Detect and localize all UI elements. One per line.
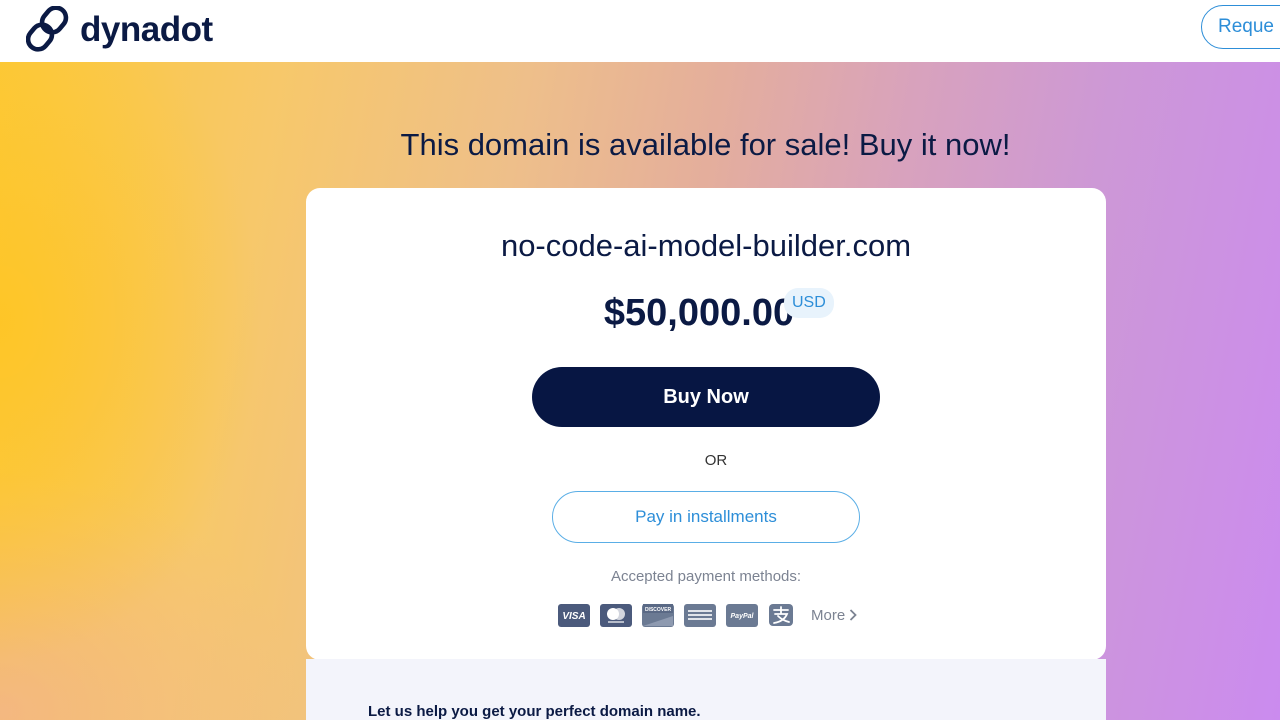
payment-methods: VISA DISCOVER PayPal More	[558, 602, 857, 628]
svg-text:DISCOVER: DISCOVER	[645, 607, 672, 613]
listing-card: no-code-ai-model-builder.com $50,000.00 …	[306, 188, 1106, 660]
request-button[interactable]: Reque	[1201, 5, 1280, 49]
visa-icon: VISA	[558, 603, 590, 627]
pay-in-installments-button[interactable]: Pay in installments	[552, 491, 860, 543]
chevron-right-icon	[849, 609, 857, 621]
dynadot-logo[interactable]: dynadot	[26, 6, 213, 54]
top-bar: dynadot Reque	[0, 0, 1280, 62]
or-divider: OR	[704, 452, 728, 469]
amex-icon	[684, 603, 716, 627]
buy-now-button[interactable]: Buy Now	[532, 367, 880, 427]
more-payment-methods-link[interactable]: More	[811, 607, 857, 624]
svg-text:PayPal: PayPal	[731, 613, 755, 620]
paypal-icon: PayPal	[726, 603, 758, 627]
price-row: $50,000.00 USD	[306, 288, 1106, 335]
more-label: More	[811, 606, 846, 624]
brand-name: dynadot	[80, 10, 213, 49]
help-heading: Let us help you get your perfect domain …	[368, 703, 701, 720]
discover-icon: DISCOVER	[642, 603, 674, 627]
sale-headline: This domain is available for sale! Buy i…	[400, 127, 1011, 162]
mastercard-icon	[600, 603, 632, 627]
price: $50,000.00	[603, 292, 795, 334]
alipay-icon	[768, 604, 794, 627]
svg-text:VISA: VISA	[562, 611, 585, 621]
accepted-payment-label: Accepted payment methods:	[610, 568, 802, 585]
hero-section: This domain is available for sale! Buy i…	[0, 62, 1280, 720]
link-logo-icon	[26, 6, 74, 54]
domain-name: no-code-ai-model-builder.com	[500, 228, 912, 263]
help-section: Let us help you get your perfect domain …	[306, 659, 1106, 720]
currency-badge: USD	[784, 288, 834, 318]
